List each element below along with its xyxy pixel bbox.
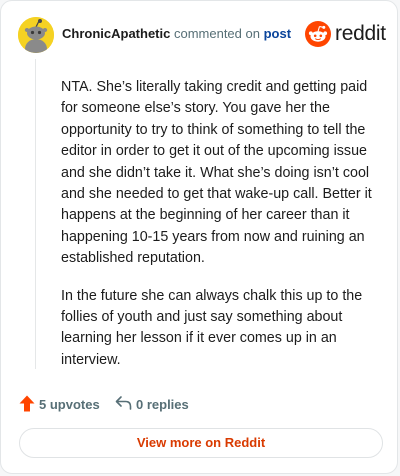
reply-arrow-icon — [115, 396, 132, 410]
thread-line — [35, 59, 36, 369]
comment-attribution: ChronicApathetic commented on post — [62, 26, 291, 41]
comment-body: NTA. She’s literally taking credit and g… — [61, 77, 379, 387]
attribution-text: commented on — [173, 26, 260, 41]
comment-paragraph: In the future she can always chalk this … — [61, 287, 363, 368]
reply-count: 0 replies — [136, 397, 189, 412]
comment-paragraph: NTA. She’s literally taking credit and g… — [61, 79, 372, 267]
user-avatar[interactable] — [18, 17, 54, 53]
view-more-button[interactable]: View more on Reddit — [19, 428, 383, 458]
comment-actions: 5 upvotes 0 replies — [19, 394, 379, 414]
upvote-count: 5 upvotes — [39, 397, 100, 412]
username-link[interactable]: ChronicApathetic — [62, 26, 170, 41]
reddit-wordmark: reddit — [335, 22, 386, 45]
snoo-avatar-icon — [18, 17, 54, 53]
comment-header: ChronicApathetic commented on post reddi… — [18, 17, 386, 53]
reddit-brand[interactable]: reddit — [305, 21, 386, 47]
reddit-logo-icon — [305, 21, 331, 47]
upvote-arrow-icon — [19, 395, 35, 412]
post-link[interactable]: post — [264, 26, 291, 41]
comment-embed-card: ChronicApathetic commented on post reddi… — [0, 0, 398, 474]
